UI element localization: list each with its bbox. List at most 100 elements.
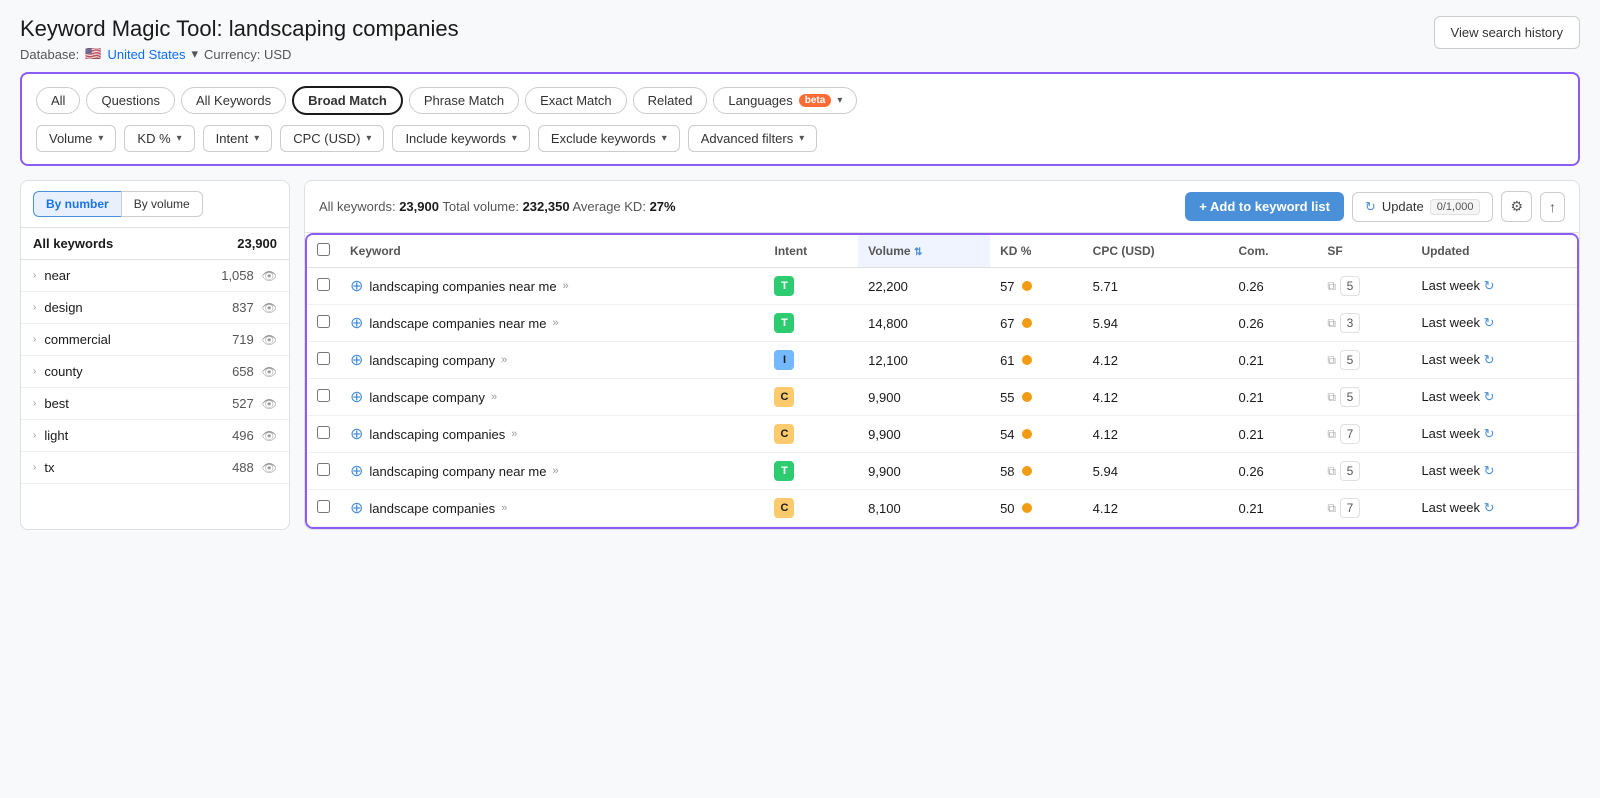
sidebar-item[interactable]: › county 658 👁 bbox=[21, 356, 289, 388]
refresh-icon[interactable]: ↻ bbox=[1484, 389, 1495, 404]
country-flag: 🇺🇸 bbox=[85, 46, 101, 62]
sidebar-item[interactable]: › near 1,058 👁 bbox=[21, 260, 289, 292]
refresh-icon[interactable]: ↻ bbox=[1484, 315, 1495, 330]
select-all-checkbox[interactable] bbox=[317, 243, 330, 256]
row-checkbox-cell[interactable] bbox=[307, 268, 340, 305]
export-button[interactable]: ↑ bbox=[1540, 192, 1565, 222]
row-checkbox[interactable] bbox=[317, 315, 330, 328]
select-all-header[interactable] bbox=[307, 235, 340, 268]
add-keyword-icon[interactable]: ⊕ bbox=[350, 424, 363, 444]
eye-icon[interactable]: 👁 bbox=[262, 269, 277, 283]
keyword-link[interactable]: landscaping company bbox=[369, 353, 495, 368]
row-checkbox-cell[interactable] bbox=[307, 379, 340, 416]
keyword-link[interactable]: landscaping company near me bbox=[369, 464, 546, 479]
volume-filter[interactable]: Volume ▾ bbox=[36, 125, 116, 152]
include-keywords-filter[interactable]: Include keywords ▾ bbox=[392, 125, 529, 152]
sidebar-item[interactable]: › best 527 👁 bbox=[21, 388, 289, 420]
stats-text: All keywords: 23,900 Total volume: 232,3… bbox=[319, 199, 676, 214]
row-checkbox[interactable] bbox=[317, 500, 330, 513]
expand-arrows-icon[interactable]: » bbox=[563, 280, 569, 292]
refresh-icon[interactable]: ↻ bbox=[1484, 463, 1495, 478]
intent-filter[interactable]: Intent ▾ bbox=[203, 125, 273, 152]
row-checkbox-cell[interactable] bbox=[307, 453, 340, 490]
volume-chevron-icon: ▾ bbox=[98, 133, 103, 144]
country-link[interactable]: United States bbox=[107, 47, 185, 62]
sf-value: 5 bbox=[1340, 350, 1361, 370]
dropdown-arrow-icon[interactable]: ▾ bbox=[192, 46, 199, 62]
copy-icon[interactable]: ⧉ bbox=[1327, 427, 1336, 441]
sidebar-header-count: 23,900 bbox=[237, 236, 277, 251]
row-checkbox[interactable] bbox=[317, 426, 330, 439]
tab-phrase-match[interactable]: Phrase Match bbox=[409, 87, 519, 114]
expand-arrows-icon[interactable]: » bbox=[552, 465, 558, 477]
sidebar-item[interactable]: › tx 488 👁 bbox=[21, 452, 289, 484]
expand-arrows-icon[interactable]: » bbox=[552, 317, 558, 329]
view-history-button[interactable]: View search history bbox=[1434, 16, 1580, 49]
refresh-icon[interactable]: ↻ bbox=[1484, 426, 1495, 441]
sort-by-number-button[interactable]: By number bbox=[33, 191, 121, 217]
keyword-link[interactable]: landscape companies bbox=[369, 501, 495, 516]
keyword-link[interactable]: landscape companies near me bbox=[369, 316, 546, 331]
row-checkbox[interactable] bbox=[317, 278, 330, 291]
results-table-section: Keyword Intent Volume ⇅ KD % CPC (USD) C… bbox=[305, 233, 1579, 529]
tab-related[interactable]: Related bbox=[633, 87, 708, 114]
row-checkbox-cell[interactable] bbox=[307, 305, 340, 342]
eye-icon[interactable]: 👁 bbox=[262, 365, 277, 379]
copy-icon[interactable]: ⧉ bbox=[1327, 501, 1336, 515]
eye-icon[interactable]: 👁 bbox=[262, 333, 277, 347]
sort-by-volume-button[interactable]: By volume bbox=[121, 191, 203, 217]
volume-column-header[interactable]: Volume ⇅ bbox=[858, 235, 990, 268]
row-checkbox[interactable] bbox=[317, 389, 330, 402]
expand-arrows-icon[interactable]: » bbox=[511, 428, 517, 440]
sidebar-item[interactable]: › commercial 719 👁 bbox=[21, 324, 289, 356]
tab-questions[interactable]: Questions bbox=[86, 87, 175, 114]
add-keyword-icon[interactable]: ⊕ bbox=[350, 276, 363, 296]
add-keyword-icon[interactable]: ⊕ bbox=[350, 387, 363, 407]
tab-broad-match[interactable]: Broad Match bbox=[292, 86, 403, 115]
copy-icon[interactable]: ⧉ bbox=[1327, 316, 1336, 330]
intent-cell: I bbox=[764, 342, 858, 379]
sidebar-item[interactable]: › design 837 👁 bbox=[21, 292, 289, 324]
expand-arrows-icon[interactable]: » bbox=[501, 354, 507, 366]
keyword-link[interactable]: landscaping companies bbox=[369, 427, 505, 442]
row-checkbox-cell[interactable] bbox=[307, 416, 340, 453]
tab-all[interactable]: All bbox=[36, 87, 80, 114]
row-checkbox[interactable] bbox=[317, 352, 330, 365]
add-keyword-icon[interactable]: ⊕ bbox=[350, 313, 363, 333]
row-checkbox[interactable] bbox=[317, 463, 330, 476]
cpc-filter[interactable]: CPC (USD) ▾ bbox=[280, 125, 384, 152]
sidebar-item[interactable]: › light 496 👁 bbox=[21, 420, 289, 452]
update-button[interactable]: ↻ Update 0/1,000 bbox=[1352, 192, 1494, 222]
expand-arrows-icon[interactable]: » bbox=[501, 502, 507, 514]
add-to-list-button[interactable]: + Add to keyword list bbox=[1185, 192, 1344, 221]
refresh-icon[interactable]: ↻ bbox=[1484, 352, 1495, 367]
refresh-icon[interactable]: ↻ bbox=[1484, 278, 1495, 293]
copy-icon[interactable]: ⧉ bbox=[1327, 279, 1336, 293]
keyword-link[interactable]: landscape company bbox=[369, 390, 485, 405]
eye-icon[interactable]: 👁 bbox=[262, 461, 277, 475]
exclude-keywords-filter[interactable]: Exclude keywords ▾ bbox=[538, 125, 680, 152]
eye-icon[interactable]: 👁 bbox=[262, 397, 277, 411]
row-checkbox-cell[interactable] bbox=[307, 342, 340, 379]
eye-icon[interactable]: 👁 bbox=[262, 301, 277, 315]
kd-filter[interactable]: KD % ▾ bbox=[124, 125, 194, 152]
keyword-link[interactable]: landscaping companies near me bbox=[369, 279, 556, 294]
add-keyword-icon[interactable]: ⊕ bbox=[350, 498, 363, 518]
tab-all-keywords[interactable]: All Keywords bbox=[181, 87, 286, 114]
sidebar-keyword: tx bbox=[44, 460, 232, 475]
eye-icon[interactable]: 👁 bbox=[262, 429, 277, 443]
row-checkbox-cell[interactable] bbox=[307, 490, 340, 527]
refresh-icon[interactable]: ↻ bbox=[1484, 500, 1495, 515]
cpc-cell: 4.12 bbox=[1083, 416, 1229, 453]
copy-icon[interactable]: ⧉ bbox=[1327, 390, 1336, 404]
add-keyword-icon[interactable]: ⊕ bbox=[350, 461, 363, 481]
tab-exact-match[interactable]: Exact Match bbox=[525, 87, 627, 114]
expand-arrows-icon[interactable]: » bbox=[491, 391, 497, 403]
languages-button[interactable]: Languages beta ▾ bbox=[713, 87, 857, 114]
settings-button[interactable]: ⚙ bbox=[1501, 191, 1532, 222]
advanced-filters-button[interactable]: Advanced filters ▾ bbox=[688, 125, 818, 152]
add-keyword-icon[interactable]: ⊕ bbox=[350, 350, 363, 370]
copy-icon[interactable]: ⧉ bbox=[1327, 464, 1336, 478]
copy-icon[interactable]: ⧉ bbox=[1327, 353, 1336, 367]
updated-cell: Last week ↻ bbox=[1411, 305, 1577, 342]
